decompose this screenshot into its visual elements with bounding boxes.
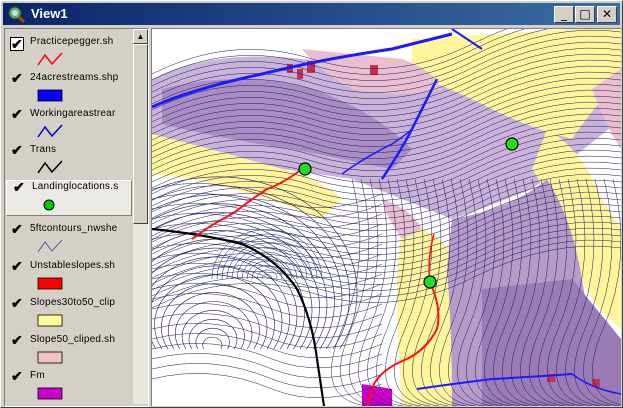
- navy-line-legend-icon: [37, 239, 63, 253]
- close-button[interactable]: ✕: [597, 6, 617, 23]
- table-of-contents: ✔ Practicepegger.sh ✔ 24acrestreams.shp ✔ Wor…: [4, 28, 149, 407]
- layer-visibility-checkbox[interactable]: ✔: [13, 180, 26, 194]
- toc-scrollbar[interactable]: ▲: [133, 29, 148, 404]
- layer-item[interactable]: ✔ Unstableslopes.sh: [5, 259, 132, 294]
- layer-item[interactable]: ✔ Landinglocations.s: [6, 180, 132, 216]
- window-title: View1: [31, 6, 68, 21]
- layer-visibility-checkbox[interactable]: ✔: [11, 296, 24, 310]
- layer-name: Workingareastrear: [30, 108, 116, 119]
- layer-item[interactable]: ✔ 5ftcontours_nwshe: [5, 222, 132, 257]
- layer-item[interactable]: ✔ Slopes30to50_clip: [5, 296, 132, 331]
- red-fill-legend-icon: [37, 277, 63, 290]
- landing-point: [423, 275, 437, 289]
- layer-name: Fm: [30, 370, 45, 381]
- layer-list: ✔ Practicepegger.sh ✔ 24acrestreams.shp ✔ Wor…: [5, 29, 132, 406]
- landing-point: [505, 137, 519, 151]
- layer-item[interactable]: ✔ Fm: [5, 369, 132, 404]
- landing-point: [298, 162, 312, 176]
- layer-item[interactable]: ✔ Slope50_cliped.sh: [5, 333, 132, 368]
- map-display[interactable]: [151, 28, 621, 406]
- purple-fill-legend-icon: [37, 387, 63, 400]
- map-canvas[interactable]: [152, 29, 621, 406]
- layer-name: 5ftcontours_nwshe: [30, 223, 118, 234]
- layer-name: Trans: [30, 144, 57, 155]
- layer-name: Landinglocations.s: [32, 181, 119, 192]
- red-line-legend-icon: [37, 52, 63, 66]
- view-icon: [8, 6, 25, 23]
- layer-visibility-checkbox[interactable]: ✔: [11, 143, 24, 157]
- black-line-legend-icon: [37, 160, 63, 174]
- layer-visibility-checkbox[interactable]: ✔: [11, 107, 24, 121]
- layer-visibility-checkbox[interactable]: ✔: [11, 369, 24, 383]
- layer-visibility-checkbox[interactable]: ✔: [10, 37, 24, 51]
- layer-name: 24acrestreams.shp: [30, 72, 119, 83]
- layer-name: Slope50_cliped.sh: [30, 334, 116, 345]
- layer-item[interactable]: ✔ Practicepegger.sh: [5, 36, 132, 70]
- view-window: View1 _ □ ✕ ✔ Practicepegger.sh ✔ 24acrestr…: [0, 0, 623, 408]
- maximize-button[interactable]: □: [575, 6, 595, 23]
- layer-item[interactable]: ✔ Workingareastrear: [5, 107, 132, 142]
- layer-name: Unstableslopes.sh: [30, 260, 116, 271]
- scroll-thumb[interactable]: [133, 44, 148, 224]
- title-bar[interactable]: View1 _ □ ✕: [3, 3, 620, 25]
- minimize-button[interactable]: _: [554, 6, 574, 23]
- layer-visibility-checkbox[interactable]: ✔: [11, 333, 24, 347]
- blue-fill-legend-icon: [37, 89, 63, 102]
- layer-visibility-checkbox[interactable]: ✔: [11, 71, 24, 85]
- scroll-up-arrow-icon[interactable]: ▲: [133, 29, 148, 44]
- layer-item[interactable]: ✔ 24acrestreams.shp: [5, 71, 132, 106]
- green-point-legend-icon: [43, 199, 55, 211]
- layer-name: Practicepegger.sh: [30, 36, 114, 47]
- blue-line-legend-icon: [37, 124, 63, 138]
- layer-name: Slopes30to50_clip: [30, 297, 116, 308]
- layer-item[interactable]: ✔ Trans: [5, 143, 132, 178]
- yellow-fill-legend-icon: [37, 314, 63, 327]
- pink-fill-legend-icon: [37, 351, 63, 364]
- layer-visibility-checkbox[interactable]: ✔: [11, 222, 24, 236]
- layer-visibility-checkbox[interactable]: ✔: [11, 259, 24, 273]
